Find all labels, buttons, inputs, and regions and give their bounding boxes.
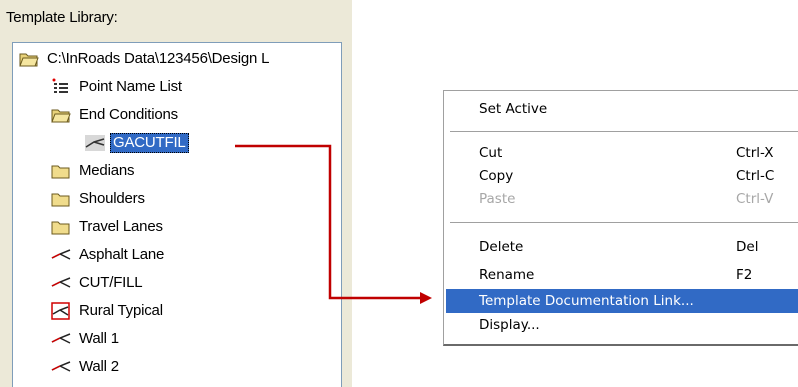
tree-item-wall-1[interactable]: Wall 1: [51, 328, 122, 350]
tree-item-label: Travel Lanes: [79, 218, 163, 235]
tree-item-label: Wall 1: [79, 330, 119, 347]
menu-item-cut[interactable]: Cut Ctrl-X: [446, 141, 798, 165]
tree-item-gacutfil[interactable]: GACUTFIL: [85, 132, 189, 154]
template-icon: [51, 358, 71, 376]
context-menu: Set Active Cut Ctrl-X Copy Ctrl-C Paste …: [443, 90, 798, 346]
menu-item-copy[interactable]: Copy Ctrl-C: [446, 164, 798, 188]
menu-item-rename[interactable]: Rename F2: [446, 263, 798, 287]
menu-separator: [450, 222, 798, 224]
tree-item-label: GACUTFIL: [110, 133, 189, 153]
template-library-title: Template Library:: [6, 9, 118, 26]
template-icon: [51, 246, 71, 264]
tree-item-cut-fill[interactable]: CUT/FILL: [51, 272, 145, 294]
menu-separator: [450, 131, 798, 133]
menu-shortcut: F2: [736, 267, 753, 283]
tree-item-medians[interactable]: Medians: [51, 160, 137, 182]
tree-item-label: Asphalt Lane: [79, 246, 165, 263]
tree-item-root-folder[interactable]: C:\InRoads Data\123456\Design L: [19, 48, 272, 70]
menu-shortcut: Ctrl-C: [736, 168, 775, 184]
menu-item-display[interactable]: Display...: [446, 313, 798, 337]
tree-item-asphalt-lane[interactable]: Asphalt Lane: [51, 244, 167, 266]
menu-item-paste[interactable]: Paste Ctrl-V: [446, 187, 798, 211]
tree-item-label: Medians: [79, 162, 135, 179]
tree-item-label: Point Name List: [79, 78, 182, 95]
folder-closed-icon: [51, 162, 71, 180]
folder-closed-icon: [51, 218, 71, 236]
point-list-icon: [51, 78, 71, 96]
folder-open-icon: [19, 50, 39, 68]
tree-item-label: End Conditions: [79, 106, 178, 123]
folder-open-icon: [51, 106, 71, 124]
template-icon: [51, 330, 71, 348]
tree-item-point-name-list[interactable]: Point Name List: [51, 76, 185, 98]
menu-shortcut: Ctrl-X: [736, 145, 774, 161]
tree-item-label: C:\InRoads Data\123456\Design L: [47, 50, 270, 67]
template-tree[interactable]: C:\InRoads Data\123456\Design L Point Na…: [12, 42, 342, 387]
menu-item-template-documentation-link[interactable]: Template Documentation Link...: [446, 289, 798, 313]
tree-item-shoulders[interactable]: Shoulders: [51, 188, 148, 210]
menu-item-set-active[interactable]: Set Active: [446, 97, 798, 121]
tree-item-wall-2[interactable]: Wall 2: [51, 356, 122, 378]
menu-shortcut: Del: [736, 239, 759, 255]
end-condition-template-icon: [85, 134, 105, 152]
tree-item-label: Rural Typical: [79, 302, 163, 319]
menu-shortcut: Ctrl-V: [736, 191, 774, 207]
tree-item-label: Shoulders: [79, 190, 145, 207]
active-template-icon: [51, 302, 71, 320]
template-library-panel: Template Library: C:\InRoads Data\123456…: [0, 0, 352, 387]
tree-item-label: Wall 2: [79, 358, 119, 375]
tree-item-label: CUT/FILL: [79, 274, 143, 291]
tree-item-end-conditions[interactable]: End Conditions: [51, 104, 181, 126]
template-icon: [51, 274, 71, 292]
tree-item-travel-lanes[interactable]: Travel Lanes: [51, 216, 166, 238]
tree-item-rural-typical[interactable]: Rural Typical: [51, 300, 166, 322]
folder-closed-icon: [51, 190, 71, 208]
menu-item-delete[interactable]: Delete Del: [446, 235, 798, 259]
